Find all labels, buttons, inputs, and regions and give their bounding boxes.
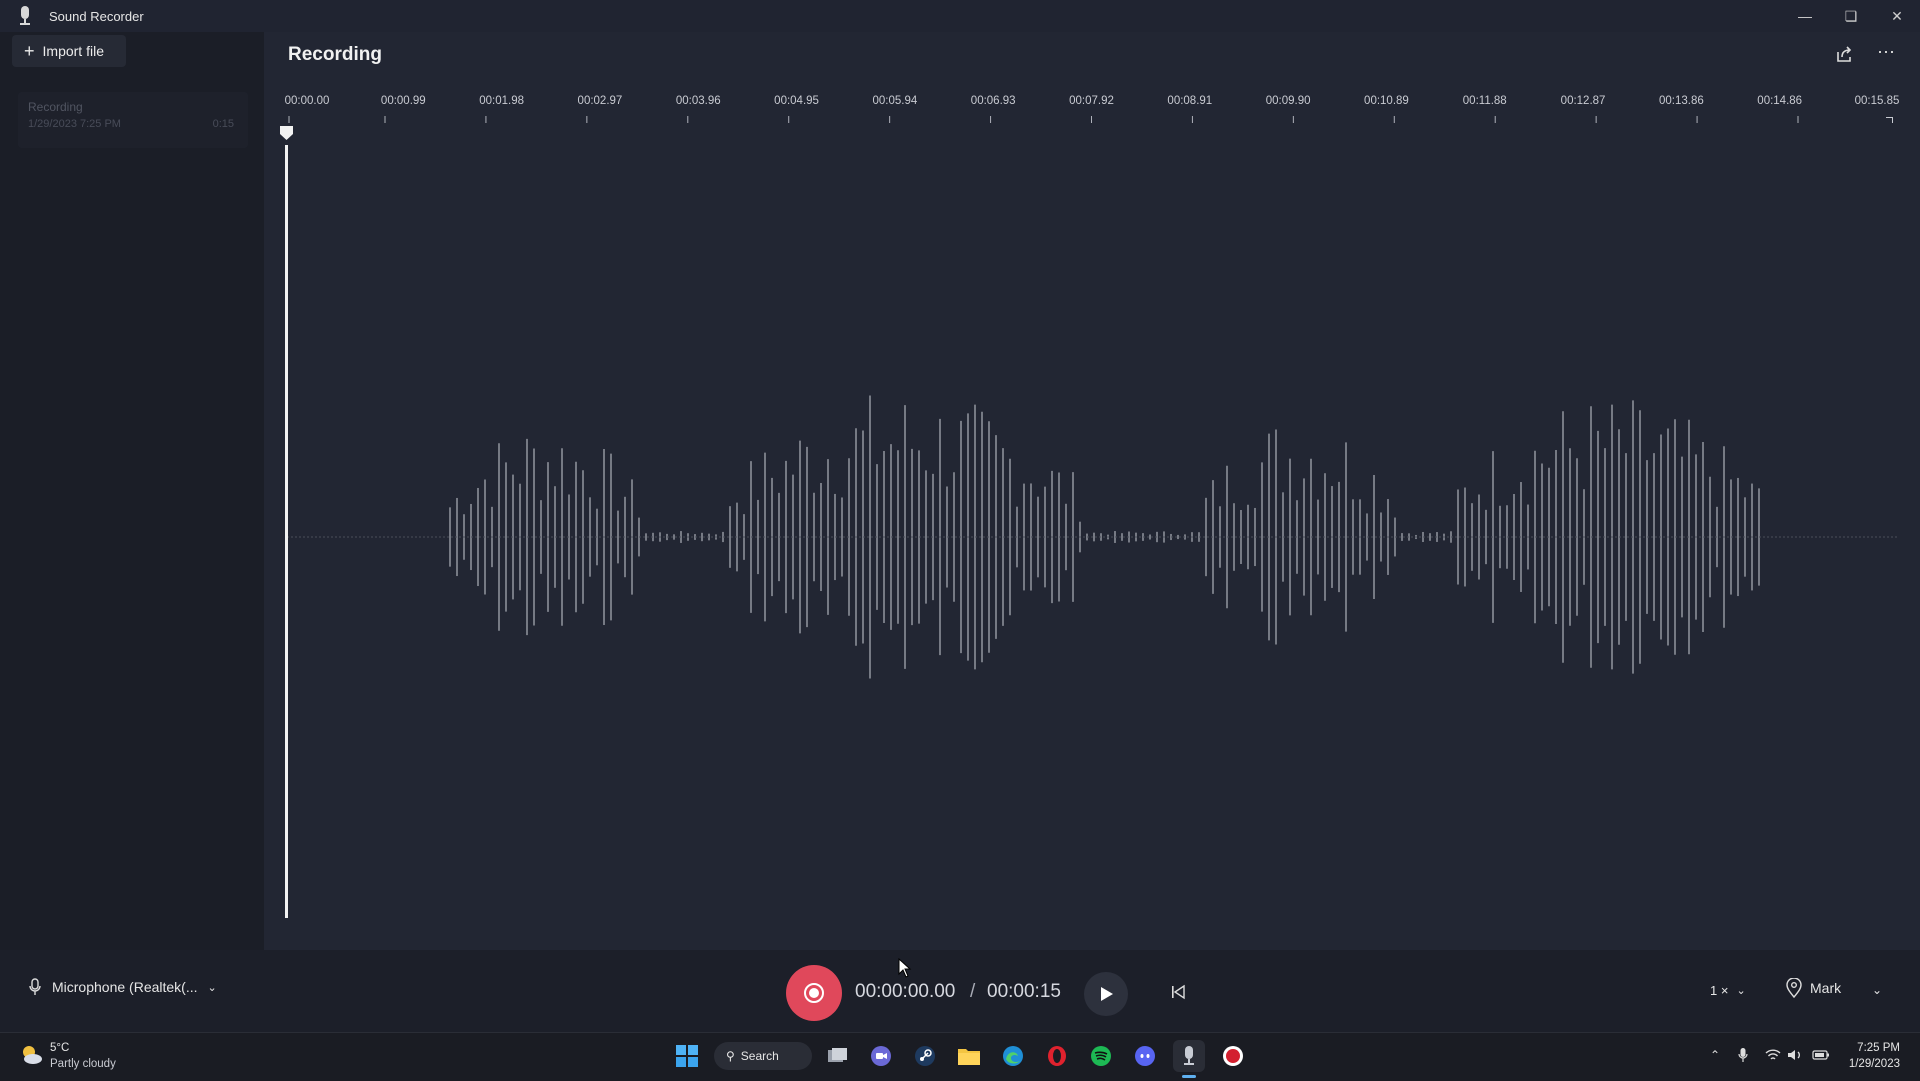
timeline-tick-label: 00:07.92 <box>1069 95 1114 107</box>
steam-icon <box>915 1046 935 1066</box>
tray-wifi[interactable] <box>1764 1046 1782 1064</box>
tray-overflow-chevron[interactable]: ⌃ <box>1706 1046 1724 1064</box>
playhead-handle <box>280 126 293 140</box>
discord-icon <box>1135 1046 1155 1066</box>
skip-to-start-button[interactable] <box>1164 978 1192 1006</box>
chevron-down-icon: ⌄ <box>207 981 217 994</box>
timeline-tick-label: 00:00.00 <box>284 95 330 107</box>
timeline-tick-label: 00:09.90 <box>1265 95 1311 107</box>
play-icon <box>1101 987 1113 1001</box>
waveform-timeline[interactable] <box>0 0 1920 1080</box>
weather-widget-icon[interactable] <box>18 1042 44 1068</box>
timeline-tick-label: 00:13.86 <box>1658 95 1704 107</box>
weather-temperature: 5°C <box>50 1042 70 1054</box>
timeline-tick-label: 00:05.94 <box>872 95 918 107</box>
timeline-tick-label: 00:15.85 <box>1854 95 1900 107</box>
record-icon <box>804 983 824 1003</box>
playback-speed-select[interactable]: 1 × ⌄ <box>1710 983 1746 998</box>
current-time: 00:00:00.00 <box>855 981 956 1002</box>
chevron-down-icon: ⌄ <box>1736 985 1746 997</box>
speaker-icon <box>1788 1050 1800 1060</box>
speed-label: 1 × <box>1710 983 1729 998</box>
battery-icon <box>1812 1050 1829 1060</box>
record-dot-icon <box>1223 1046 1243 1066</box>
task-view-button[interactable] <box>822 1040 854 1072</box>
microphone-select[interactable]: Microphone (Realtek(... ⌄ <box>28 978 217 996</box>
file-explorer-button[interactable] <box>953 1040 985 1072</box>
microphone-icon <box>29 978 41 995</box>
playback-bar <box>0 950 1920 1032</box>
timeline-tick-label: 00:10.89 <box>1364 95 1409 107</box>
timeline-tick-label: 00:04.95 <box>774 95 819 107</box>
timeline-tick-label: 00:01.98 <box>479 95 525 107</box>
clock-date[interactable]: 1/29/2023 <box>1840 1058 1900 1070</box>
opera-icon <box>1048 1046 1066 1066</box>
record-button[interactable] <box>786 965 842 1021</box>
timeline-tick-label: 00:02.97 <box>577 95 623 107</box>
timeline-end-marker-cap <box>1886 117 1893 118</box>
start-button[interactable] <box>671 1040 703 1072</box>
chevron-up-icon: ⌃ <box>1709 1048 1721 1062</box>
mouse-cursor <box>898 958 912 978</box>
wifi-icon <box>1765 1049 1781 1060</box>
sound-recorder-taskbar-button[interactable] <box>1173 1040 1205 1072</box>
search-label: Search <box>740 1049 779 1063</box>
location-pin-icon <box>1786 978 1802 998</box>
skip-back-icon <box>1172 984 1185 1000</box>
timeline-tick-label: 00:08.91 <box>1167 95 1213 107</box>
mark-label: Mark <box>1810 980 1842 996</box>
timeline-tick-label: 00:03.96 <box>675 95 721 107</box>
screen-recorder-button[interactable] <box>1217 1040 1249 1072</box>
steam-app-button[interactable] <box>909 1040 941 1072</box>
spotify-icon <box>1091 1046 1111 1066</box>
tray-microphone[interactable] <box>1734 1046 1752 1064</box>
timeline-tick-label: 00:12.87 <box>1560 95 1606 107</box>
search-icon: ⚲ <box>726 1049 735 1063</box>
timeline-tick-label: 00:14.86 <box>1757 95 1803 107</box>
chevron-down-icon: ⌄ <box>1872 983 1883 997</box>
task-view-icon <box>828 1048 847 1062</box>
chat-icon <box>871 1046 891 1066</box>
timeline-tick-label: 00:06.93 <box>970 95 1016 107</box>
time-separator: / <box>970 981 976 1002</box>
windows-logo-icon <box>676 1045 698 1067</box>
mark-button[interactable]: Mark <box>1786 978 1841 998</box>
opera-browser-button[interactable] <box>1041 1040 1073 1072</box>
weather-description: Partly cloudy <box>50 1058 116 1070</box>
timeline-tick-label: 00:11.88 <box>1462 95 1507 107</box>
timeline-tick-label: 00:00.99 <box>380 95 426 107</box>
play-button[interactable] <box>1084 972 1128 1016</box>
mark-options-chevron[interactable]: ⌄ <box>1872 983 1882 997</box>
tray-volume[interactable] <box>1786 1046 1804 1064</box>
tray-battery[interactable] <box>1812 1046 1830 1064</box>
clock-time[interactable]: 7:25 PM <box>1848 1042 1900 1054</box>
taskbar-search[interactable]: ⚲ Search <box>714 1042 812 1070</box>
edge-browser-button[interactable] <box>997 1040 1029 1072</box>
microphone-label: Microphone (Realtek(... <box>52 979 198 995</box>
folder-icon <box>958 1049 980 1065</box>
playhead-line <box>285 145 288 918</box>
total-time: 00:00:15 <box>987 981 1061 1002</box>
active-app-indicator <box>1182 1075 1196 1078</box>
chat-app-button[interactable] <box>865 1040 897 1072</box>
microphone-icon <box>1184 1046 1194 1065</box>
discord-button[interactable] <box>1129 1040 1161 1072</box>
spotify-button[interactable] <box>1085 1040 1117 1072</box>
microphone-icon <box>1738 1048 1748 1062</box>
edge-icon <box>1003 1046 1023 1066</box>
